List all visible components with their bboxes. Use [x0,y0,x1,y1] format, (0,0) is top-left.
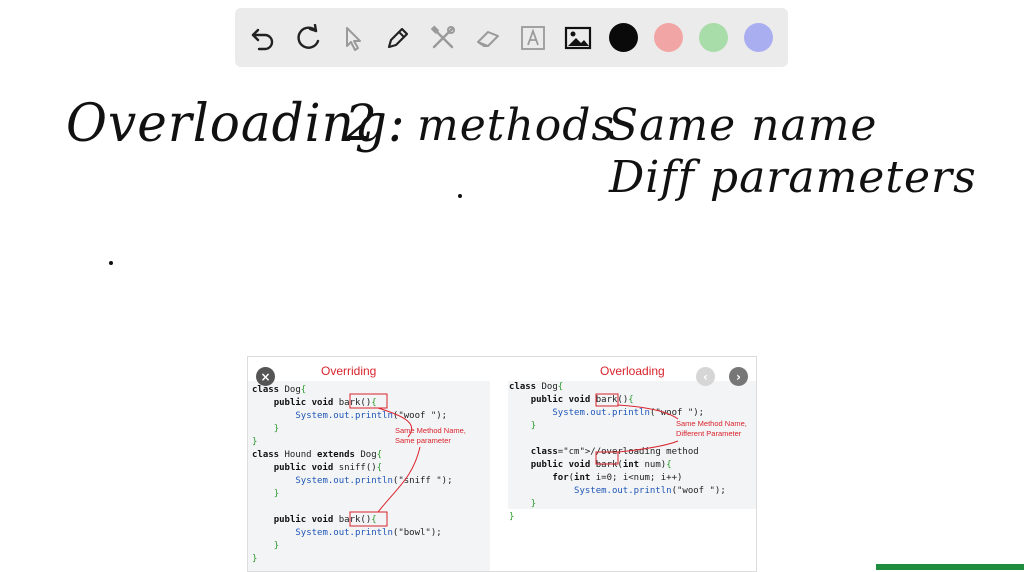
ink-dot [109,261,113,265]
eraser-icon[interactable] [472,22,504,54]
progress-bar [876,564,1024,570]
tools-icon[interactable] [427,22,459,54]
overriding-vs-overloading-slide: Overriding Overloading × ‹ › class Dog{ … [247,356,757,572]
overloading-annotation: Same Method Name, Different Parameter [676,419,747,438]
undo-icon[interactable] [247,22,279,54]
handwritten-methods: methods [417,100,616,151]
handwritten-diff-parameters: Diff parameters [609,152,977,203]
color-green-swatch[interactable] [699,23,728,52]
annotation-overlay [349,393,679,527]
image-icon[interactable] [562,22,594,54]
overriding-annotation: Same Method Name, Same parameter [395,426,466,445]
redo-icon[interactable] [292,22,324,54]
select-pointer-icon[interactable] [337,22,369,54]
drawing-toolbar [235,8,788,67]
text-tool-icon[interactable] [517,22,549,54]
pen-icon[interactable] [382,22,414,54]
color-black-swatch[interactable] [609,23,638,52]
handwritten-same-name: Same name [608,100,878,151]
color-lavender-swatch[interactable] [744,23,773,52]
handwritten-two: 2 [345,94,377,152]
ink-dot [458,194,462,198]
color-pink-swatch[interactable] [654,23,683,52]
